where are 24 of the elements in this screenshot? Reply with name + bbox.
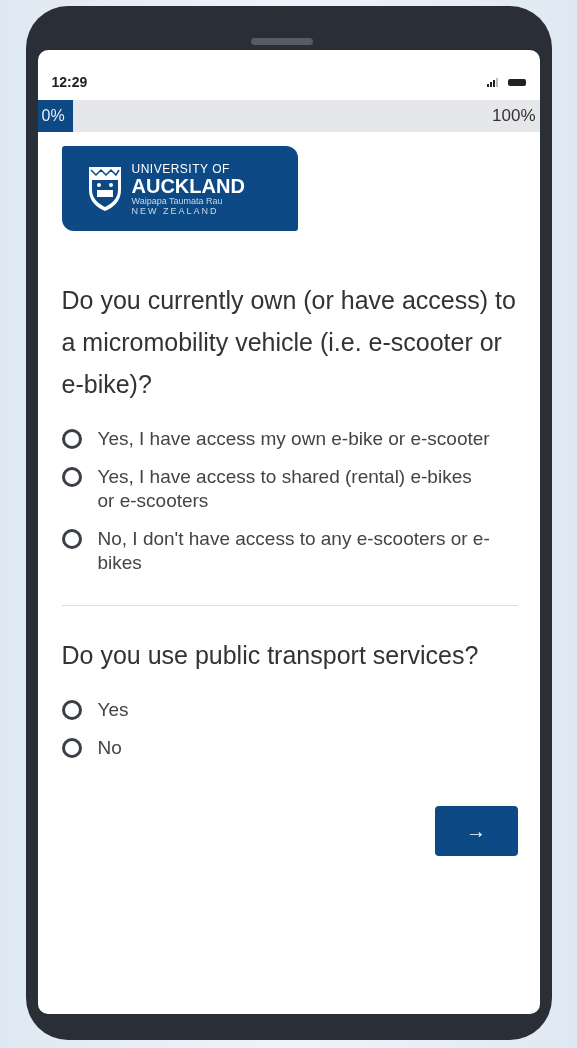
speaker-grille (250, 38, 313, 45)
radio-button[interactable] (61, 738, 82, 758)
battery-icon (507, 78, 526, 86)
progress-fill: 0% (37, 100, 73, 132)
progress-end-label: 100% (492, 106, 537, 126)
signal-icon (486, 77, 498, 87)
logo-text: UNIVERSITY OF (131, 161, 231, 176)
option-label[interactable]: Yes, I have access my own e-bike or e-scooter (97, 427, 490, 451)
logo-country: NEW ZEALAND (131, 205, 220, 216)
option-label[interactable]: Yes (97, 698, 129, 722)
radio-button[interactable] (61, 467, 82, 487)
radio-button[interactable] (61, 529, 82, 549)
option-label[interactable]: No (97, 736, 122, 760)
option-label[interactable]: Yes, I have access to shared (rental) e-bikes or e-scooters (97, 465, 493, 513)
logo-title: AUCKLAND (131, 175, 245, 196)
option-label[interactable]: No, I don't have access to any e-scooters or e-bikes (97, 527, 493, 575)
question-text: Do you use public transport services? (61, 640, 480, 671)
question-text: Do you currently own (or have access) to a micromobility vehicle (i.e. e-scooter or e-bike)? (61, 285, 517, 400)
next-button[interactable]: → (434, 806, 518, 856)
shield-icon (87, 165, 122, 212)
radio-button[interactable] (61, 429, 82, 449)
radio-button[interactable] (61, 700, 82, 720)
status-time: 12:29 (51, 74, 88, 90)
logo-subtitle: Waipapa Taumata Rau (131, 195, 224, 206)
